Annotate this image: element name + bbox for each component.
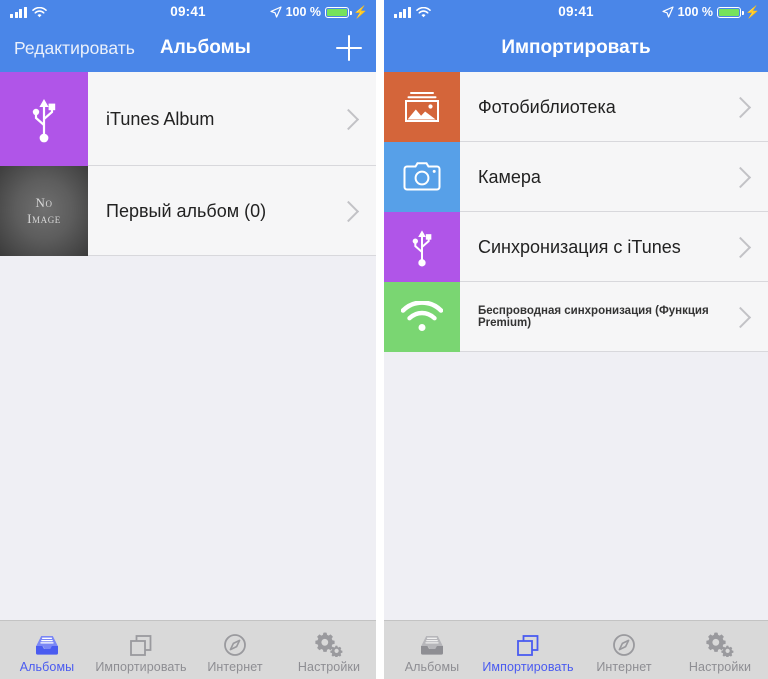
dual-screenshot-stage: 09:41 100 % ⚡ Редактировать Альбомы iTun… — [0, 0, 768, 679]
list-item[interactable]: Синхронизация с iTunes — [384, 212, 768, 282]
gears-icon — [314, 631, 344, 657]
tab-import[interactable]: Импортировать — [480, 621, 576, 679]
right-nav-bar: Импортировать — [384, 24, 768, 72]
edit-button[interactable]: Редактировать — [14, 38, 135, 59]
camera-icon — [384, 142, 460, 212]
tab-label: Настройки — [297, 659, 361, 674]
copy-stack-icon — [127, 631, 155, 657]
no-image-placeholder: No Image — [0, 166, 88, 256]
right-tab-bar: Альбомы Импортировать Интернет Настройки — [384, 620, 768, 679]
tab-settings[interactable]: Настройки — [282, 621, 376, 679]
tab-albums[interactable]: Альбомы — [0, 621, 94, 679]
left-nav-bar: Редактировать Альбомы — [0, 24, 376, 72]
source-name: Беспроводная синхронизация (Функция Prem… — [478, 305, 709, 329]
chevron-right-icon — [337, 108, 360, 130]
left-tab-bar: Альбомы Импортировать Интернет Настройки — [0, 620, 376, 679]
chevron-right-icon — [729, 236, 752, 258]
chevron-right-icon — [729, 306, 752, 328]
chevron-right-icon — [729, 96, 752, 118]
tab-albums[interactable]: Альбомы — [384, 621, 480, 679]
source-thumbnail — [384, 282, 460, 352]
status-bar-right: 100 % ⚡ — [661, 0, 760, 24]
usb-icon — [0, 72, 88, 166]
tab-internet[interactable]: Интернет — [576, 621, 672, 679]
tab-label: Интернет — [596, 659, 652, 674]
album-thumbnail — [0, 72, 88, 166]
list-item[interactable]: iTunes Album — [0, 72, 376, 166]
list-item-body[interactable]: Синхронизация с iTunes — [460, 212, 768, 282]
tab-settings[interactable]: Настройки — [672, 621, 768, 679]
source-name: Камера — [478, 166, 541, 187]
albums-tray-icon — [33, 631, 61, 657]
list-item[interactable]: Камера — [384, 142, 768, 212]
left-phone-screen: 09:41 100 % ⚡ Редактировать Альбомы iTun… — [0, 0, 376, 679]
status-bar-right: 100 % ⚡ — [269, 0, 368, 24]
usb-icon — [384, 212, 460, 282]
albums-tray-icon — [418, 631, 446, 657]
battery-icon — [325, 6, 352, 18]
list-item-body[interactable]: Первый альбом (0) — [88, 166, 376, 256]
source-name: Синхронизация с iTunes — [478, 236, 681, 257]
import-sources-list: Фотобиблиотека Камера Синхронизация с iT… — [384, 72, 768, 352]
album-thumbnail: No Image — [0, 166, 88, 256]
tab-label: Альбомы — [404, 659, 460, 674]
compass-icon — [222, 631, 248, 657]
location-arrow-icon — [269, 6, 282, 18]
photo-library-icon — [384, 72, 460, 142]
placeholder-line-2: Image — [27, 211, 61, 226]
status-bar: 09:41 100 % ⚡ — [0, 0, 376, 24]
compass-icon — [611, 631, 637, 657]
list-item-body[interactable]: Беспроводная синхронизация (Функция Prem… — [460, 282, 768, 352]
chevron-right-icon — [337, 200, 360, 222]
plus-icon[interactable] — [336, 35, 362, 61]
album-name: iTunes Album — [106, 108, 215, 129]
tab-label: Импортировать — [95, 659, 187, 674]
lightning-bolt-icon: ⚡ — [353, 5, 368, 19]
right-phone-screen: 09:41 100 % ⚡ Импортировать Фотобиблиоте… — [384, 0, 768, 679]
list-item-body[interactable]: Камера — [460, 142, 768, 212]
page-title: Альбомы — [160, 37, 251, 58]
chevron-right-icon — [729, 166, 752, 188]
list-item[interactable]: Беспроводная синхронизация (Функция Prem… — [384, 282, 768, 352]
placeholder-line-1: No — [35, 194, 53, 210]
tab-internet[interactable]: Интернет — [188, 621, 282, 679]
tab-label: Альбомы — [19, 659, 75, 674]
source-name: Фотобиблиотека — [478, 96, 616, 117]
list-item[interactable]: No Image Первый альбом (0) — [0, 166, 376, 256]
tab-label: Импортировать — [482, 659, 574, 674]
battery-percent-label: 100 % — [285, 5, 322, 19]
copy-stack-icon — [514, 631, 542, 657]
tab-import[interactable]: Импортировать — [94, 621, 188, 679]
page-title: Импортировать — [501, 37, 651, 58]
battery-percent-label: 100 % — [677, 5, 714, 19]
tab-label: Интернет — [207, 659, 263, 674]
list-item-body[interactable]: Фотобиблиотека — [460, 72, 768, 142]
status-bar: 09:41 100 % ⚡ — [384, 0, 768, 24]
gears-icon — [705, 631, 735, 657]
source-thumbnail — [384, 142, 460, 212]
list-item-body[interactable]: iTunes Album — [88, 72, 376, 166]
location-arrow-icon — [661, 6, 674, 18]
albums-list: iTunes Album No Image Первый альбом (0) — [0, 72, 376, 256]
album-name: Первый альбом (0) — [106, 200, 267, 221]
lightning-bolt-icon: ⚡ — [745, 5, 760, 19]
source-thumbnail — [384, 212, 460, 282]
source-thumbnail — [384, 72, 460, 142]
wifi-icon — [384, 282, 460, 352]
tab-label: Настройки — [688, 659, 752, 674]
list-item[interactable]: Фотобиблиотека — [384, 72, 768, 142]
battery-icon — [717, 6, 744, 18]
